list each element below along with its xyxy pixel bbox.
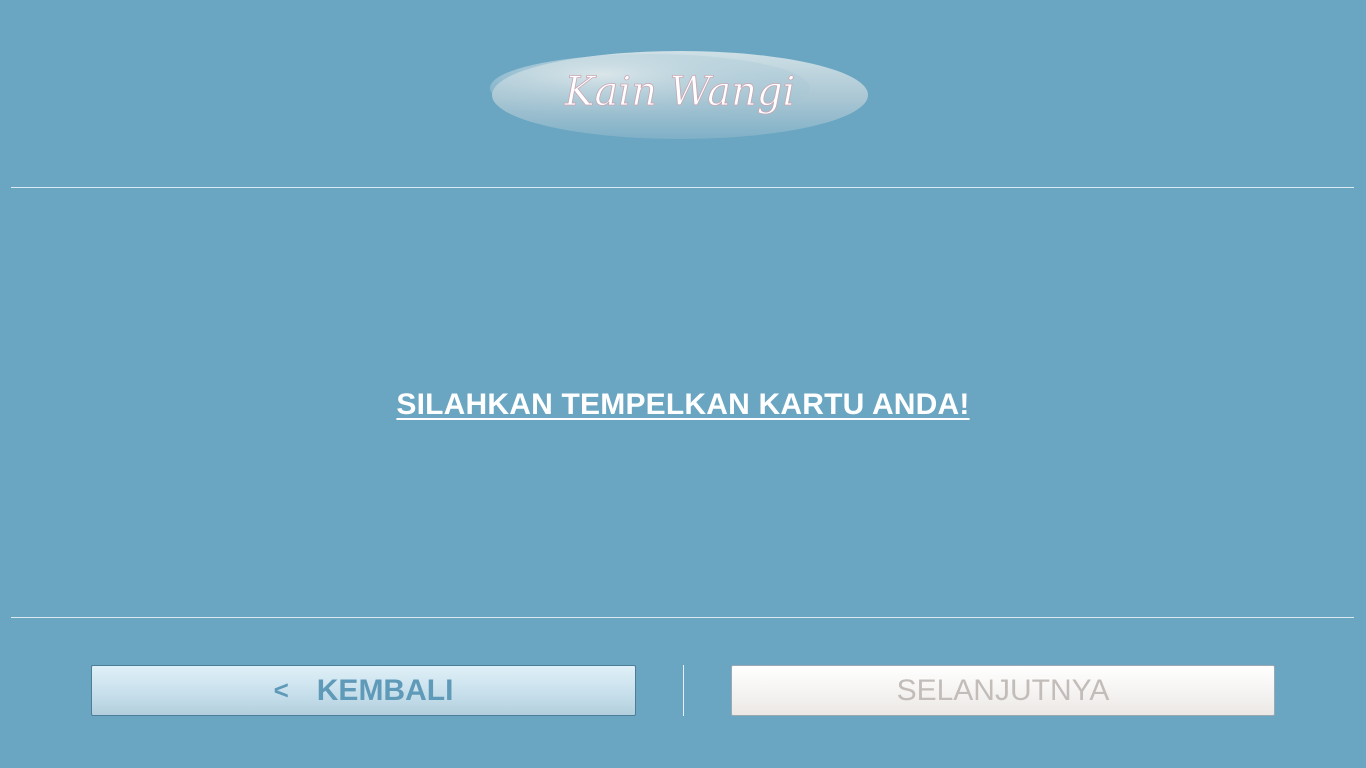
button-separator	[683, 665, 684, 716]
chevron-left-icon: <	[273, 675, 289, 705]
back-button[interactable]: < KEMBALI	[91, 665, 636, 716]
brand-logo: Kain Wangi	[490, 50, 880, 140]
card-tap-screen: Kain Wangi SILAHKAN TEMPELKAN KARTU ANDA…	[0, 0, 1366, 768]
bottom-divider	[11, 617, 1354, 618]
top-divider	[11, 187, 1354, 188]
logo-text: Kain Wangi	[564, 69, 796, 115]
back-button-label: KEMBALI	[316, 673, 454, 707]
next-button[interactable]: SELANJUTNYA	[731, 665, 1275, 716]
next-button-label: SELANJUTNYA	[896, 673, 1110, 707]
tap-card-prompt: SILAHKAN TEMPELKAN KARTU ANDA!	[396, 388, 970, 421]
